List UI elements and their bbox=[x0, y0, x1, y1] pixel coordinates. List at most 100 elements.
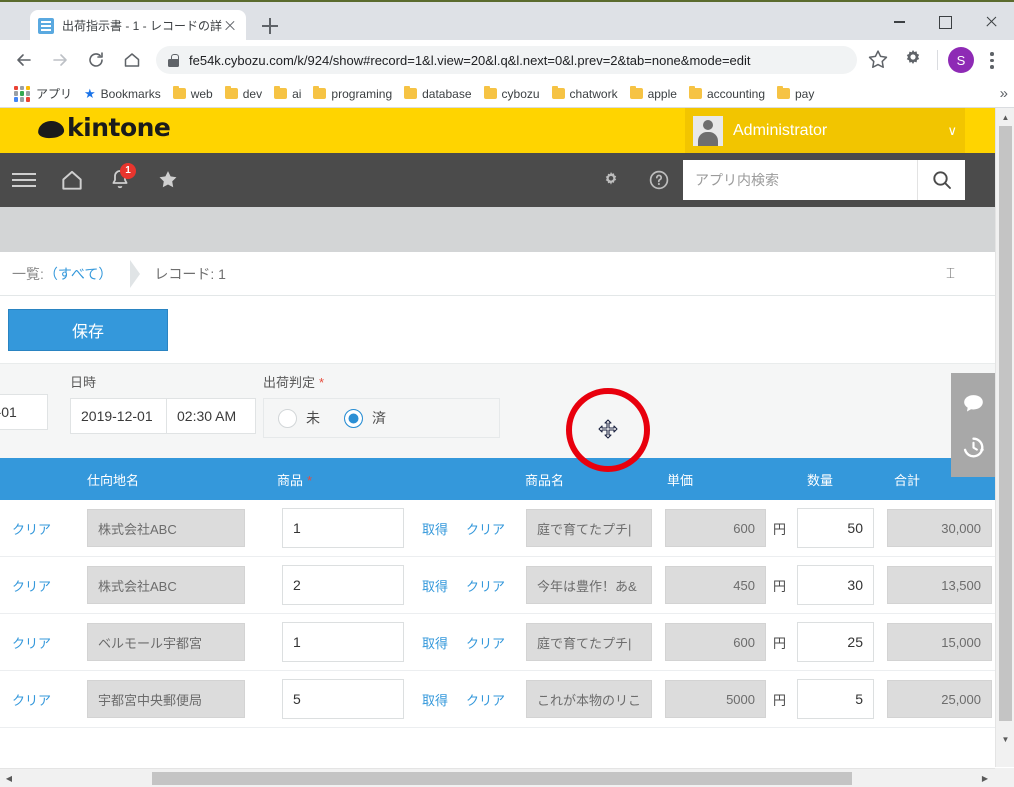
profile-avatar[interactable]: S bbox=[948, 47, 974, 73]
scroll-left-arrow-icon[interactable]: ◀ bbox=[0, 769, 18, 787]
home-icon[interactable] bbox=[117, 45, 147, 75]
date-input-partial[interactable]: 12-01 bbox=[0, 394, 48, 430]
bookmark-pay[interactable]: pay bbox=[771, 83, 820, 105]
window-close-button[interactable] bbox=[968, 2, 1014, 42]
bookmark-star-icon[interactable] bbox=[865, 47, 891, 73]
bookmark-label: web bbox=[190, 86, 213, 101]
product-input[interactable]: 5 bbox=[282, 679, 404, 719]
row-clear-link[interactable]: クリア bbox=[12, 519, 51, 538]
total-value: 25,000 bbox=[887, 680, 992, 718]
bookmark-programing[interactable]: programing bbox=[307, 83, 398, 105]
currency-unit: 円 bbox=[773, 635, 787, 651]
search-input[interactable]: アプリ内検索 bbox=[683, 160, 917, 200]
row-clear-link[interactable]: クリア bbox=[12, 633, 51, 652]
kintone-logo[interactable]: kintone bbox=[37, 113, 171, 142]
kintone-app-page: kintone Administrator ∨ 1 アプリ内検索 一覧:（すべて… bbox=[0, 108, 995, 768]
bookmark-chatwork[interactable]: chatwork bbox=[546, 83, 624, 105]
new-tab-button[interactable] bbox=[258, 14, 282, 38]
close-icon[interactable] bbox=[222, 18, 238, 34]
horizontal-scrollbar[interactable]: ◀ ▶ bbox=[0, 768, 1014, 787]
bookmark-label: accounting bbox=[706, 86, 765, 101]
row-clear-link[interactable]: クリア bbox=[12, 576, 51, 595]
cell-clear: クリア bbox=[0, 671, 75, 728]
user-menu[interactable]: Administrator ∨ bbox=[685, 108, 965, 153]
pin-icon[interactable]: ⌶ bbox=[946, 265, 955, 282]
history-icon[interactable] bbox=[951, 425, 995, 469]
settings-gear-icon[interactable] bbox=[587, 153, 635, 207]
bookmark-ai[interactable]: ai bbox=[268, 83, 307, 105]
clear-link[interactable]: クリア bbox=[466, 633, 505, 652]
page-viewport: kintone Administrator ∨ 1 アプリ内検索 一覧:（すべて… bbox=[0, 108, 1014, 787]
field-date-partial: * 12-01 bbox=[0, 372, 48, 430]
bookmark-accounting[interactable]: accounting bbox=[683, 83, 771, 105]
extension-gear-icon[interactable] bbox=[901, 47, 927, 73]
radio-option-unshipped[interactable]: 未 bbox=[278, 408, 320, 428]
chrome-menu-icon[interactable] bbox=[980, 46, 1004, 74]
breadcrumb-list-name: （すべて） bbox=[43, 265, 113, 282]
product-input[interactable]: 1 bbox=[282, 508, 404, 548]
bookmark-web[interactable]: web bbox=[167, 83, 219, 105]
fetch-link[interactable]: 取得 bbox=[422, 633, 448, 652]
cell-quantity: 5 bbox=[795, 671, 882, 728]
bookmark-apps[interactable]: アプリ bbox=[8, 83, 78, 105]
table-row: クリア 株式会社ABC 1 取得 クリア 庭で育てたプチ| 600 円 50 3… bbox=[0, 500, 995, 557]
breadcrumb-record-label: レコード: 1 bbox=[154, 265, 226, 282]
destination-value: 株式会社ABC bbox=[87, 566, 245, 604]
clear-link[interactable]: クリア bbox=[466, 519, 505, 538]
back-icon[interactable] bbox=[9, 45, 39, 75]
subtable: 仕向地名 商品 * 商品名 単価 数量 合計 クリア 株式会社ABC 1 取得 … bbox=[0, 458, 995, 728]
vertical-scrollbar[interactable]: ▲ ▼ bbox=[995, 108, 1014, 767]
quantity-input[interactable]: 50 bbox=[797, 508, 874, 548]
bookmark-cybozu[interactable]: cybozu bbox=[478, 83, 546, 105]
date-input[interactable]: 2019-12-01 bbox=[70, 398, 167, 434]
clear-link[interactable]: クリア bbox=[466, 576, 505, 595]
radio-option-shipped[interactable]: 済 bbox=[344, 408, 386, 428]
bookmarks-overflow-icon[interactable]: » bbox=[1000, 85, 1008, 102]
fetch-link[interactable]: 取得 bbox=[422, 576, 448, 595]
vertical-scroll-thumb[interactable] bbox=[999, 126, 1012, 721]
chevron-down-icon[interactable]: ∨ bbox=[947, 123, 957, 139]
scroll-up-arrow-icon[interactable]: ▲ bbox=[996, 108, 1014, 126]
save-button[interactable]: 保存 bbox=[8, 308, 168, 351]
clear-link[interactable]: クリア bbox=[466, 690, 505, 709]
horizontal-scroll-thumb[interactable] bbox=[152, 772, 852, 785]
scroll-right-arrow-icon[interactable]: ▶ bbox=[976, 769, 994, 787]
product-input[interactable]: 2 bbox=[282, 565, 404, 605]
product-input[interactable]: 1 bbox=[282, 622, 404, 662]
reload-icon[interactable] bbox=[81, 45, 111, 75]
bookmark-dev[interactable]: dev bbox=[219, 83, 268, 105]
time-input[interactable]: 02:30 AM bbox=[167, 398, 256, 434]
address-bar[interactable]: fe54k.cybozu.com/k/924/show#record=1&l.v… bbox=[156, 46, 857, 74]
breadcrumb-list-link[interactable]: 一覧:（すべて） bbox=[12, 264, 112, 284]
forward-icon[interactable] bbox=[45, 45, 75, 75]
quantity-input[interactable]: 25 bbox=[797, 622, 874, 662]
favorites-star-icon[interactable] bbox=[144, 153, 192, 207]
search-icon[interactable] bbox=[917, 160, 965, 200]
browser-tab[interactable]: 出荷指示書 - 1 - レコードの詳細 bbox=[30, 10, 246, 42]
menu-hamburger-icon[interactable] bbox=[0, 153, 48, 207]
cell-product: 1 取得 クリア bbox=[265, 614, 513, 671]
bookmark-apple[interactable]: apple bbox=[624, 83, 683, 105]
cell-destination: ベルモール宇都宮 bbox=[75, 614, 265, 671]
fetch-link[interactable]: 取得 bbox=[422, 690, 448, 709]
scroll-down-arrow-icon[interactable]: ▼ bbox=[996, 730, 1014, 748]
row-clear-link[interactable]: クリア bbox=[12, 690, 51, 709]
cell-product-name: 庭で育てたプチ| bbox=[513, 614, 655, 671]
field-datetime: 日時 2019-12-01 02:30 AM bbox=[70, 372, 256, 434]
notifications-bell-icon[interactable]: 1 bbox=[96, 153, 144, 207]
fetch-link[interactable]: 取得 bbox=[422, 519, 448, 538]
folder-icon bbox=[274, 85, 288, 99]
bookmark-bookmarks[interactable]: ★ Bookmarks bbox=[78, 83, 167, 105]
folder-icon bbox=[688, 85, 702, 99]
minimize-button[interactable] bbox=[876, 2, 922, 42]
maximize-button[interactable] bbox=[922, 2, 968, 42]
kintone-mark-icon bbox=[37, 120, 65, 139]
product-name-value: 庭で育てたプチ| bbox=[526, 509, 652, 547]
home-icon[interactable] bbox=[48, 153, 96, 207]
comment-icon[interactable] bbox=[951, 381, 995, 425]
quantity-input[interactable]: 5 bbox=[797, 679, 874, 719]
quantity-input[interactable]: 30 bbox=[797, 565, 874, 605]
bookmark-database[interactable]: database bbox=[398, 83, 477, 105]
help-icon[interactable] bbox=[635, 153, 683, 207]
cell-unit-price: 450 円 bbox=[655, 557, 795, 614]
